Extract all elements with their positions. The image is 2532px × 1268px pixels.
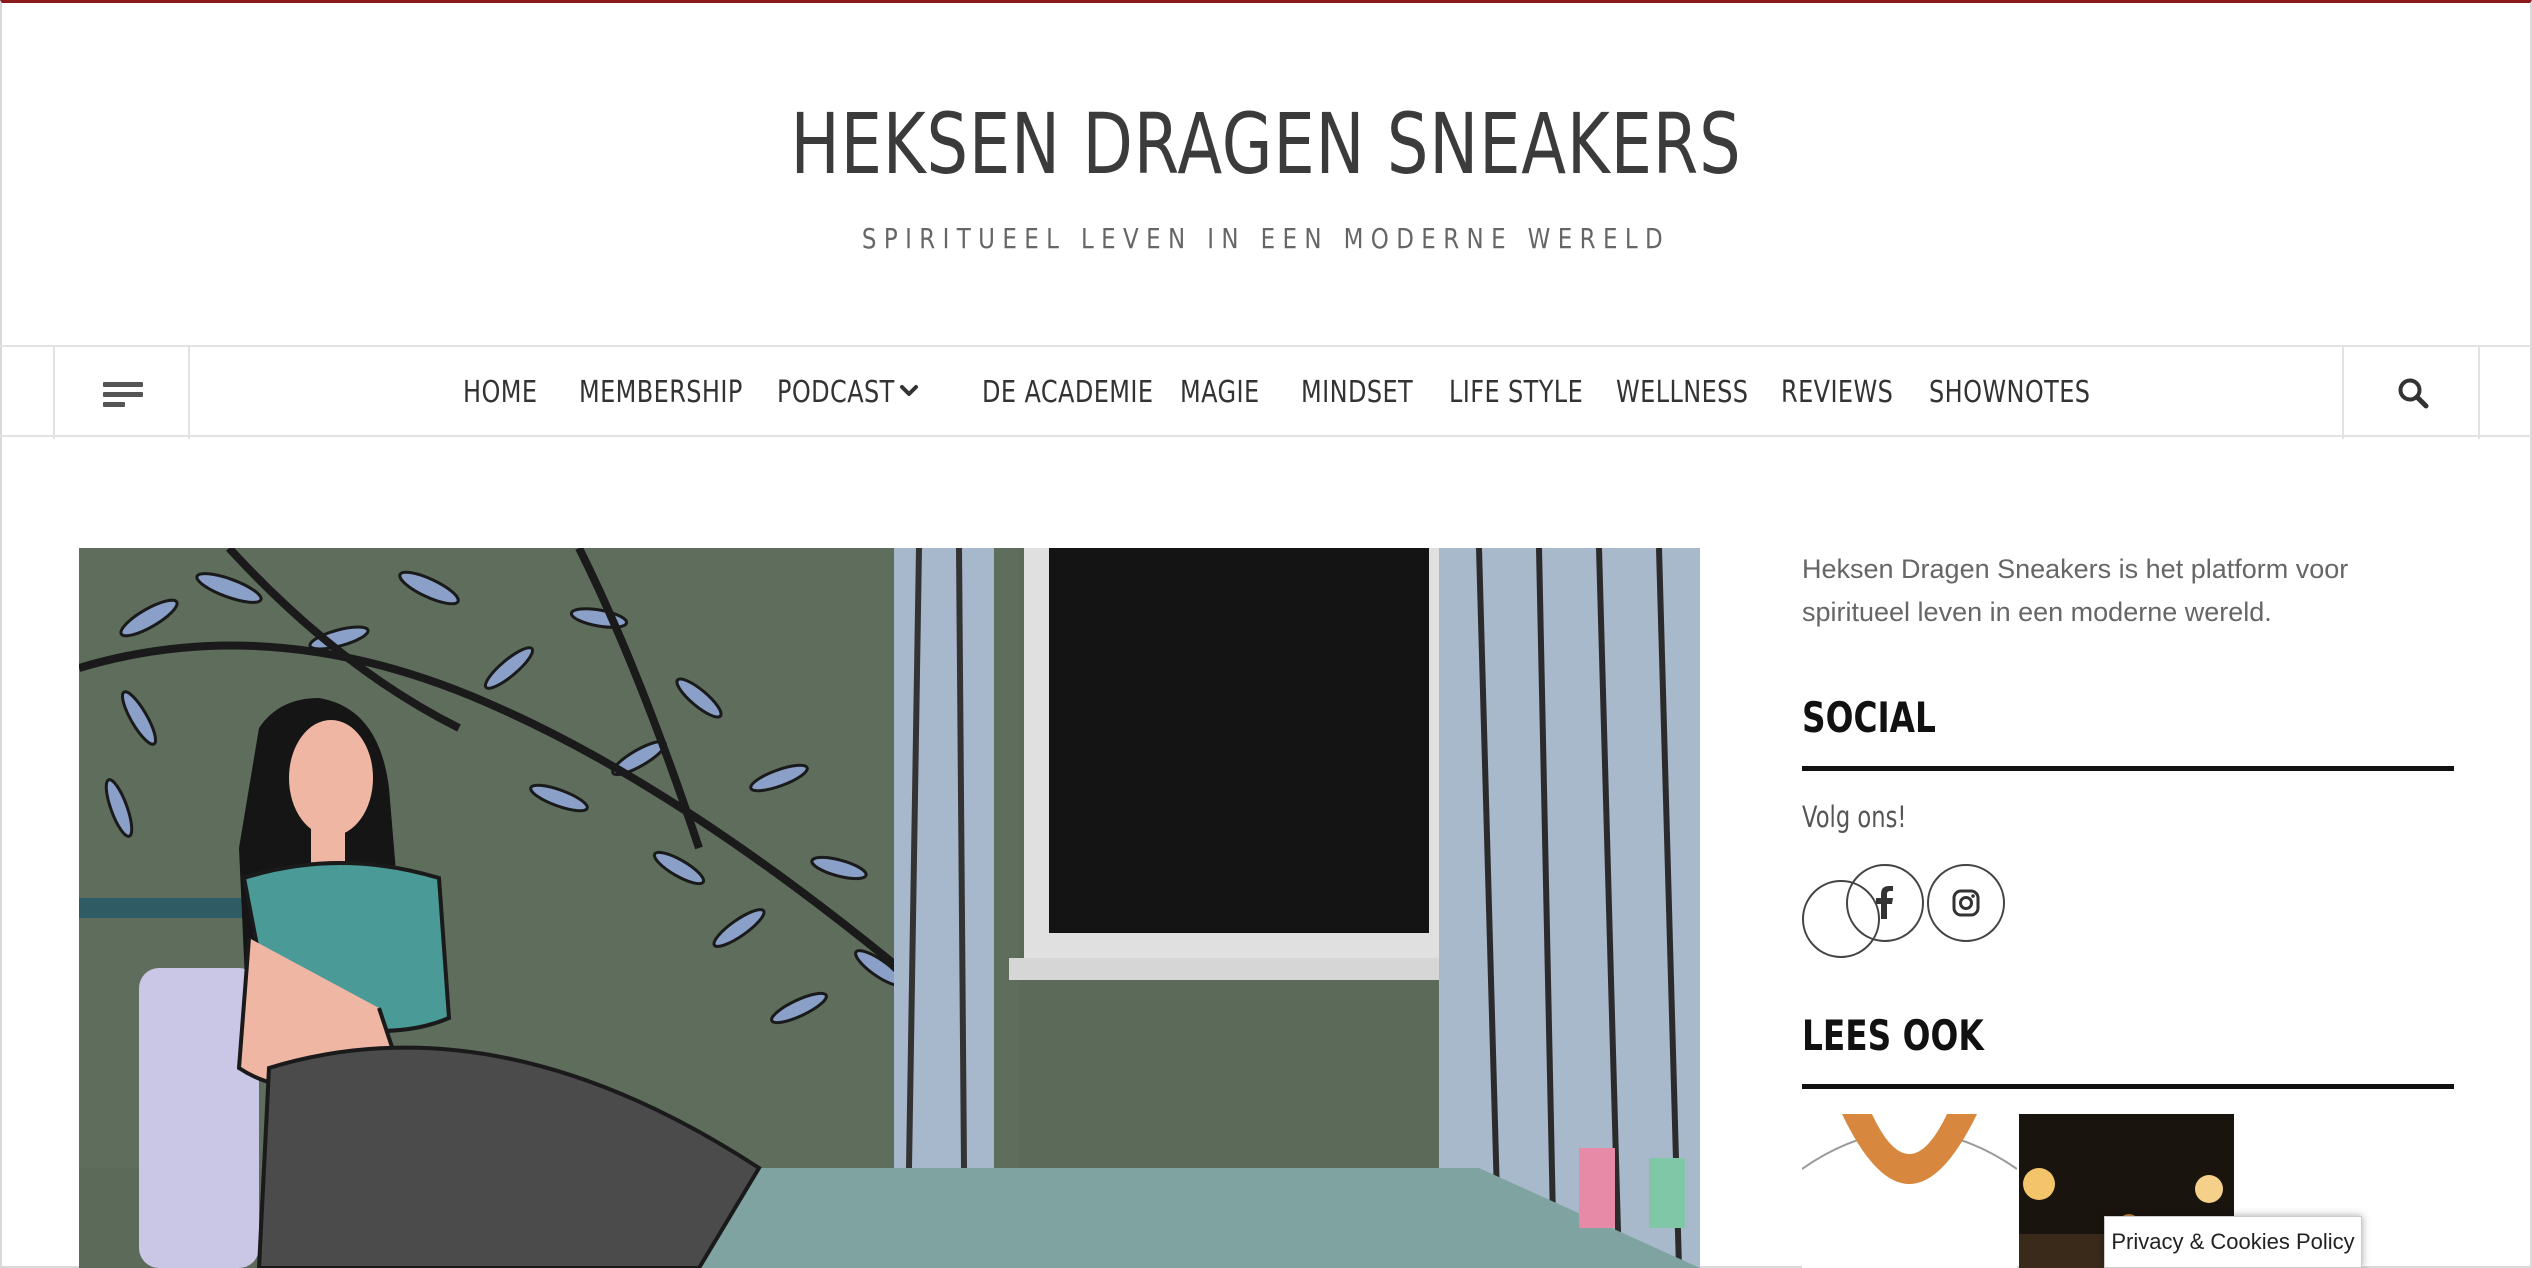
related-post-thumbnail[interactable] <box>1802 1114 2017 1268</box>
facebook-icon <box>1876 886 1893 919</box>
necklace-image <box>1802 1114 2017 1268</box>
chevron-down-icon[interactable] <box>895 377 923 405</box>
sidebar: Heksen Dragen Sneakers is het platform v… <box>1802 548 2454 1268</box>
nav-item-podcast[interactable]: PODCAST <box>777 375 895 410</box>
nav-menu: HOME MEMBERSHIP PODCAST DE ACADEMIE MAGI… <box>0 347 2532 437</box>
site-tagline: SPIRITUEEL LEVEN IN EEN MODERNE WERELD <box>861 222 1671 255</box>
social-divider <box>1802 766 2454 771</box>
nav-item-reviews[interactable]: REVIEWS <box>1781 375 1893 410</box>
nav-item-membership[interactable]: MEMBERSHIP <box>579 375 743 410</box>
nav-item-home[interactable]: HOME <box>463 375 537 410</box>
instagram-link[interactable] <box>1927 864 2005 942</box>
featured-image[interactable] <box>79 548 1700 1268</box>
site-description: Heksen Dragen Sneakers is het platform v… <box>1802 554 2349 627</box>
site-title[interactable]: HEKSEN DRAGEN SNEAKERS <box>279 95 2254 193</box>
nav-item-shownotes[interactable]: SHOWNOTES <box>1929 375 2090 410</box>
nav-item-wellness[interactable]: WELLNESS <box>1616 375 1748 410</box>
nav-item-mindset[interactable]: MINDSET <box>1301 375 1413 410</box>
main-navigation: HOME MEMBERSHIP PODCAST DE ACADEMIE MAGI… <box>0 345 2532 439</box>
nav-item-life-style[interactable]: LIFE STYLE <box>1449 375 1583 410</box>
nav-item-magie[interactable]: MAGIE <box>1180 375 1260 410</box>
search-icon <box>2398 378 2429 409</box>
privacy-cookies-button[interactable]: Privacy & Cookies Policy <box>2104 1216 2362 1268</box>
search-button[interactable] <box>2342 347 2480 439</box>
featured-painting <box>79 548 1700 1268</box>
instagram-icon <box>1952 889 1980 917</box>
site-header: HEKSEN DRAGEN SNEAKERS SPIRITUEEL LEVEN … <box>0 0 2532 345</box>
related-divider <box>1802 1084 2454 1089</box>
related-widget-title: LEES OOK <box>1802 1011 1984 1060</box>
facebook-link[interactable] <box>1846 864 1924 942</box>
nav-item-de-academie[interactable]: DE ACADEMIE <box>982 375 1153 410</box>
social-subtitle: Volg ons! <box>1802 800 1907 834</box>
social-widget-title: SOCIAL <box>1802 693 1936 742</box>
